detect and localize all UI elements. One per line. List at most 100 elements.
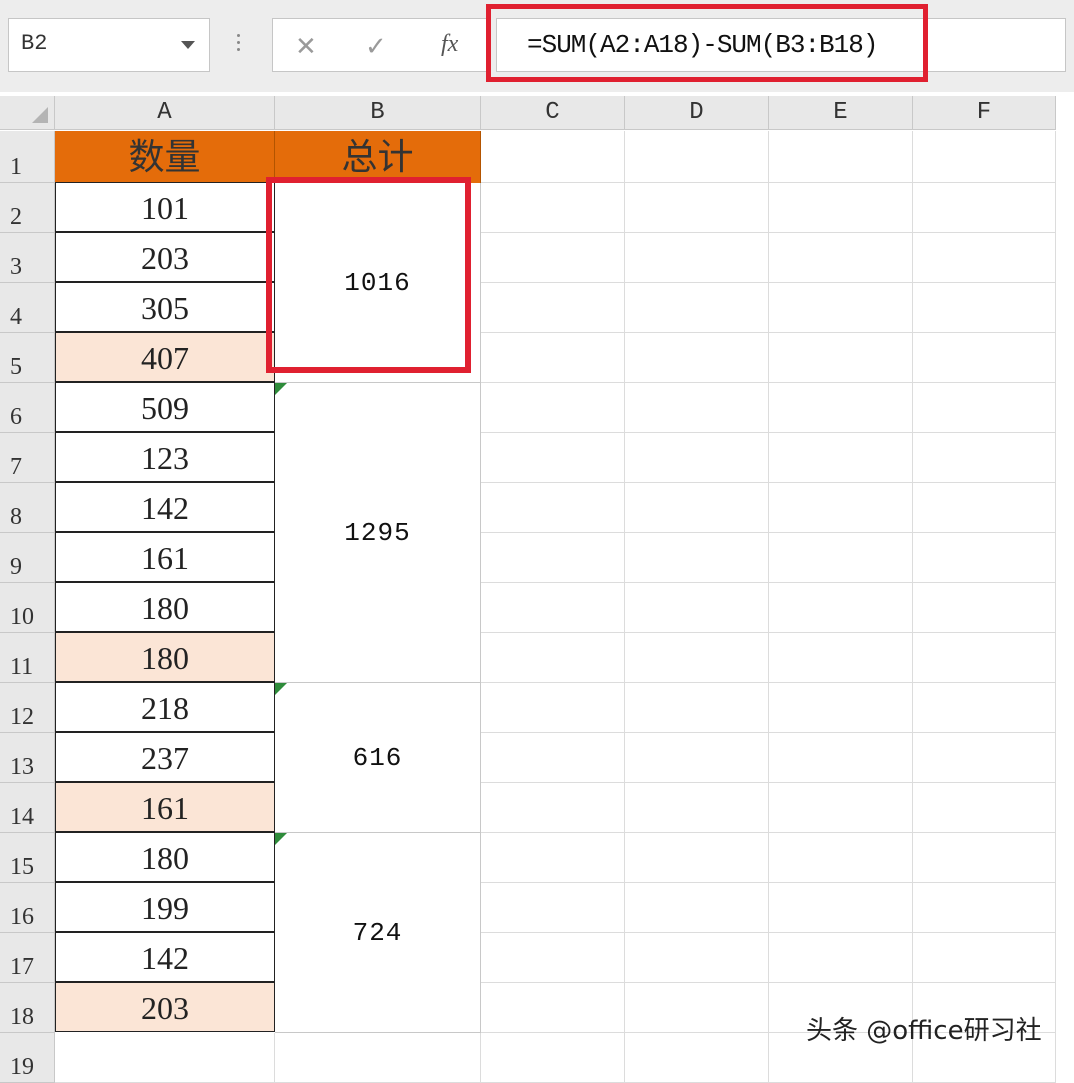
row-header-11[interactable]: 11 — [0, 633, 55, 683]
cell-b12-merged[interactable]: 616 — [275, 683, 481, 833]
cell-e2[interactable] — [769, 183, 913, 233]
cell-c6[interactable] — [481, 383, 625, 433]
cell-d8[interactable] — [625, 483, 769, 533]
column-header-d[interactable]: D — [625, 96, 769, 130]
cell-f3[interactable] — [913, 233, 1056, 283]
cell-c9[interactable] — [481, 533, 625, 583]
cell-d18[interactable] — [625, 983, 769, 1033]
cell-e12[interactable] — [769, 683, 913, 733]
cell-e1[interactable] — [769, 131, 913, 183]
cell-c12[interactable] — [481, 683, 625, 733]
cell-e9[interactable] — [769, 533, 913, 583]
cell-e6[interactable] — [769, 383, 913, 433]
cell-c8[interactable] — [481, 483, 625, 533]
cell-a18[interactable]: 203 — [55, 982, 275, 1032]
cell-c7[interactable] — [481, 433, 625, 483]
cell-f14[interactable] — [913, 783, 1056, 833]
cell-c16[interactable] — [481, 883, 625, 933]
cell-f8[interactable] — [913, 483, 1056, 533]
row-header-3[interactable]: 3 — [0, 233, 55, 283]
cell-e4[interactable] — [769, 283, 913, 333]
cell-c10[interactable] — [481, 583, 625, 633]
cell-d15[interactable] — [625, 833, 769, 883]
cell-d5[interactable] — [625, 333, 769, 383]
row-header-12[interactable]: 12 — [0, 683, 55, 733]
error-indicator-icon[interactable] — [275, 383, 287, 395]
cell-b6-merged[interactable]: 1295 — [275, 383, 481, 683]
cell-c18[interactable] — [481, 983, 625, 1033]
chevron-down-icon[interactable] — [181, 41, 195, 49]
row-header-14[interactable]: 14 — [0, 783, 55, 833]
check-icon[interactable]: ✓ — [365, 31, 387, 62]
cell-c1[interactable] — [481, 131, 625, 183]
cell-a1-header[interactable]: 数量 — [55, 131, 275, 183]
cell-e5[interactable] — [769, 333, 913, 383]
cell-d14[interactable] — [625, 783, 769, 833]
cell-c13[interactable] — [481, 733, 625, 783]
cell-f11[interactable] — [913, 633, 1056, 683]
cell-a17[interactable]: 142 — [55, 932, 275, 982]
cell-c3[interactable] — [481, 233, 625, 283]
cell-e8[interactable] — [769, 483, 913, 533]
insert-function-icon[interactable]: fx — [441, 31, 458, 58]
cell-a6[interactable]: 509 — [55, 382, 275, 432]
cell-f12[interactable] — [913, 683, 1056, 733]
cell-d19[interactable] — [625, 1033, 769, 1083]
row-header-6[interactable]: 6 — [0, 383, 55, 433]
cell-d6[interactable] — [625, 383, 769, 433]
cell-d12[interactable] — [625, 683, 769, 733]
cell-e17[interactable] — [769, 933, 913, 983]
row-header-13[interactable]: 13 — [0, 733, 55, 783]
cell-f5[interactable] — [913, 333, 1056, 383]
row-header-8[interactable]: 8 — [0, 483, 55, 533]
cell-e7[interactable] — [769, 433, 913, 483]
cell-a19[interactable] — [55, 1033, 275, 1083]
cell-a3[interactable]: 203 — [55, 232, 275, 282]
cell-e11[interactable] — [769, 633, 913, 683]
row-header-2[interactable]: 2 — [0, 183, 55, 233]
cell-a8[interactable]: 142 — [55, 482, 275, 532]
cell-f4[interactable] — [913, 283, 1056, 333]
cell-a2[interactable]: 101 — [55, 182, 275, 232]
cell-a12[interactable]: 218 — [55, 682, 275, 732]
column-header-e[interactable]: E — [769, 96, 913, 130]
cell-f6[interactable] — [913, 383, 1056, 433]
cell-d2[interactable] — [625, 183, 769, 233]
cell-c11[interactable] — [481, 633, 625, 683]
cell-c4[interactable] — [481, 283, 625, 333]
cell-a13[interactable]: 237 — [55, 732, 275, 782]
cell-f16[interactable] — [913, 883, 1056, 933]
column-header-a[interactable]: A — [55, 96, 275, 130]
cell-d4[interactable] — [625, 283, 769, 333]
cancel-icon[interactable]: ✕ — [295, 31, 317, 62]
cell-d13[interactable] — [625, 733, 769, 783]
cell-f15[interactable] — [913, 833, 1056, 883]
cell-f17[interactable] — [913, 933, 1056, 983]
cell-a14[interactable]: 161 — [55, 782, 275, 832]
row-header-16[interactable]: 16 — [0, 883, 55, 933]
cell-a5[interactable]: 407 — [55, 332, 275, 382]
row-header-7[interactable]: 7 — [0, 433, 55, 483]
cell-b1-header[interactable]: 总计 — [275, 131, 481, 183]
column-header-f[interactable]: F — [913, 96, 1056, 130]
cell-d7[interactable] — [625, 433, 769, 483]
name-box[interactable]: B2 — [8, 18, 210, 72]
cell-a15[interactable]: 180 — [55, 832, 275, 882]
cell-b15-merged[interactable]: 724 — [275, 833, 481, 1033]
cell-e3[interactable] — [769, 233, 913, 283]
cell-c19[interactable] — [481, 1033, 625, 1083]
cell-b19[interactable] — [275, 1033, 481, 1083]
cell-c14[interactable] — [481, 783, 625, 833]
cell-e15[interactable] — [769, 833, 913, 883]
cell-d10[interactable] — [625, 583, 769, 633]
row-header-1[interactable]: 1 — [0, 131, 55, 183]
cell-d3[interactable] — [625, 233, 769, 283]
cell-d16[interactable] — [625, 883, 769, 933]
cell-f1[interactable] — [913, 131, 1056, 183]
cell-e13[interactable] — [769, 733, 913, 783]
row-header-19[interactable]: 19 — [0, 1033, 55, 1083]
cell-d11[interactable] — [625, 633, 769, 683]
cell-a10[interactable]: 180 — [55, 582, 275, 632]
cell-f2[interactable] — [913, 183, 1056, 233]
row-header-15[interactable]: 15 — [0, 833, 55, 883]
